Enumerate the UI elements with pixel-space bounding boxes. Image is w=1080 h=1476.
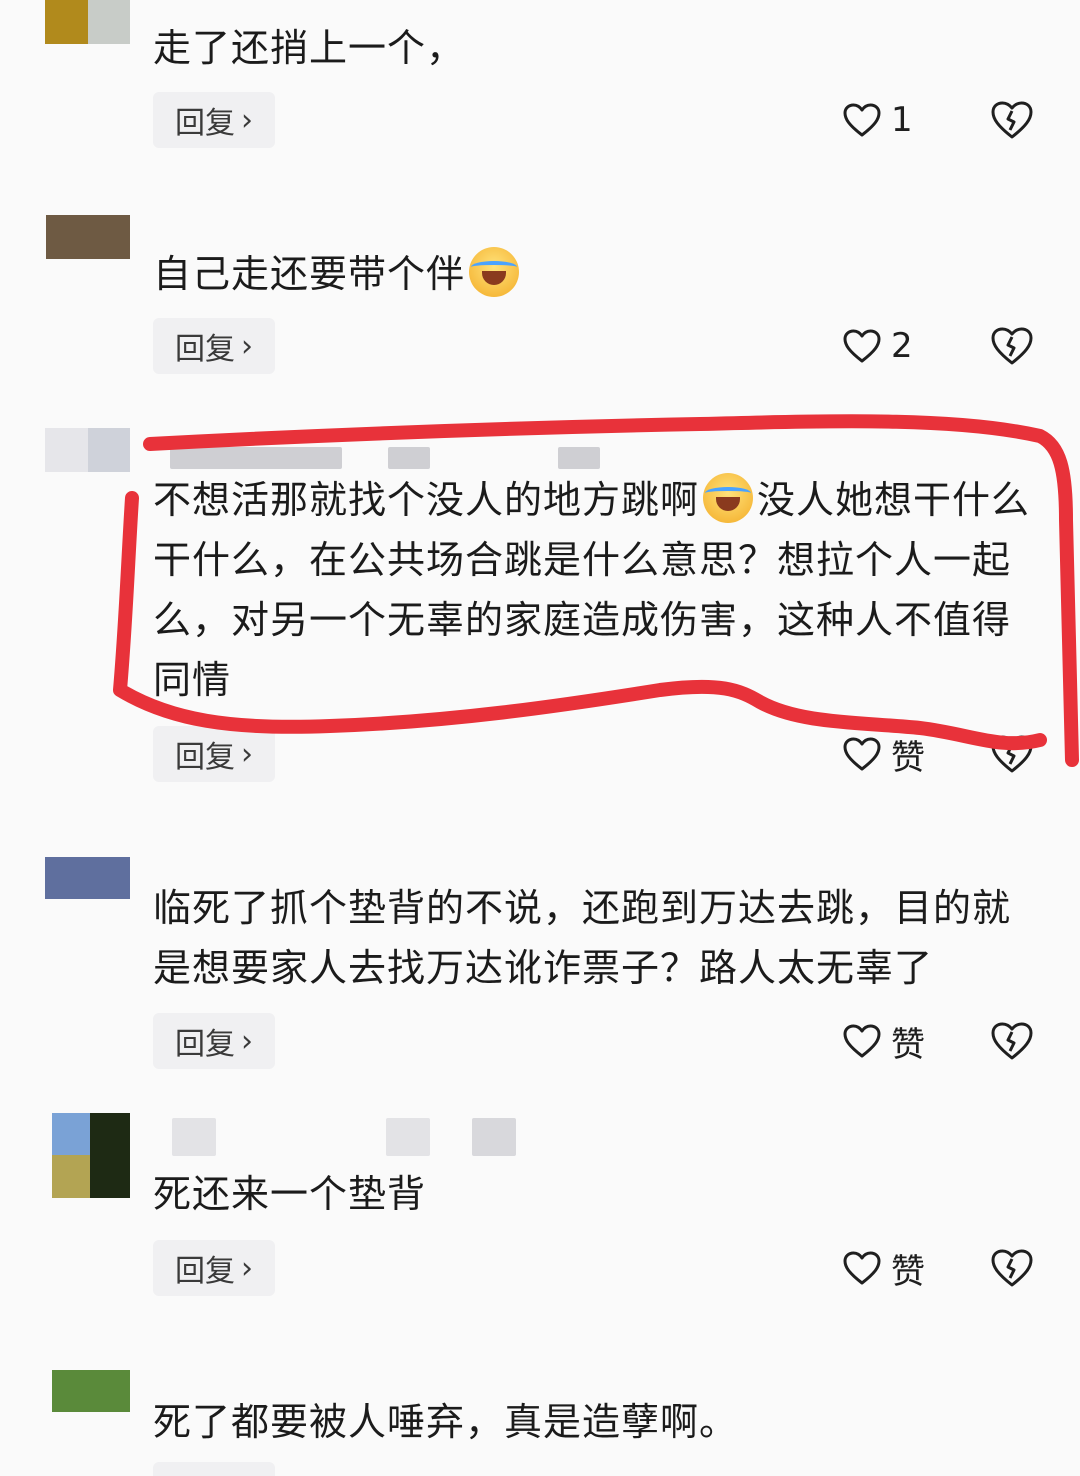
chevron-right-icon: › [241,1250,253,1286]
like-button[interactable]: 赞 [843,726,925,782]
heart-outline-icon [843,1251,881,1285]
avatar[interactable] [45,428,130,472]
heart-outline-icon [843,737,881,771]
comment-text: 临死了抓个垫背的不说，还跑到万达去跳，目的就是想要家人去找万达讹诈票子？路人太无… [153,886,1012,990]
broken-heart-icon [991,1249,1033,1287]
comment-text: 走了还捎上一个， [153,26,466,70]
chevron-right-icon: › [241,1023,253,1059]
dislike-button[interactable] [990,1248,1034,1288]
reply-button-partial[interactable] [153,1462,275,1476]
reply-label: 回复 [175,106,235,141]
avatar[interactable] [52,1113,130,1198]
like-count: 1 [891,100,913,140]
reply-label: 回复 [175,1027,235,1062]
reply-button[interactable]: 回复 › [153,318,275,374]
avatar[interactable] [45,857,130,899]
comment-text: 死了都要被人唾弃，真是造孽啊。 [153,1400,739,1444]
laughing-crying-emoji-icon [469,247,520,297]
like-button[interactable]: 1 [843,92,913,148]
like-button[interactable]: 2 [843,318,913,374]
laughing-crying-emoji-icon [703,473,754,523]
heart-outline-icon [843,103,881,137]
reply-button[interactable]: 回复 › [153,1013,275,1069]
like-label: 赞 [891,1024,925,1065]
broken-heart-icon [991,101,1033,139]
avatar[interactable] [52,1370,130,1412]
reply-button[interactable]: 回复 › [153,1240,275,1296]
comment-text: 自己走还要带个伴 [153,244,1033,304]
heart-outline-icon [843,329,881,363]
chevron-right-icon: › [241,328,253,364]
comment-text: 死还来一个垫背 [153,1172,427,1216]
dislike-button[interactable] [990,100,1034,140]
dislike-button[interactable] [990,326,1034,366]
blurred-username [170,447,610,469]
like-label: 赞 [891,737,925,778]
reply-label: 回复 [175,1254,235,1289]
like-count: 2 [891,326,913,366]
dislike-button[interactable] [990,734,1034,774]
chevron-right-icon: › [241,736,253,772]
comment-list: 走了还捎上一个， 回复 › 1 自己走还要带个伴 回复 › 2 不想活那就找个没… [0,0,1080,1476]
dislike-button[interactable] [990,1021,1034,1061]
like-label: 赞 [891,1251,925,1292]
reply-label: 回复 [175,332,235,367]
broken-heart-icon [991,327,1033,365]
chevron-right-icon: › [241,102,253,138]
broken-heart-icon [991,735,1033,773]
comment-text: 不想活那就找个没人的地方跳啊 没人她想干什么干什么，在公共场合跳是什么意思？想拉个… [153,470,1033,710]
reply-button[interactable]: 回复 › [153,726,275,782]
like-button[interactable]: 赞 [843,1240,925,1296]
comment-text-part1: 不想活那就找个没人的地方跳啊 [153,478,700,522]
avatar[interactable] [46,215,130,259]
reply-label: 回复 [175,740,235,775]
avatar[interactable] [45,0,130,44]
comment-text-body: 自己走还要带个伴 [153,252,466,296]
broken-heart-icon [991,1022,1033,1060]
blurred-username [172,1118,517,1156]
like-button[interactable]: 赞 [843,1013,925,1069]
heart-outline-icon [843,1024,881,1058]
reply-button[interactable]: 回复 › [153,92,275,148]
